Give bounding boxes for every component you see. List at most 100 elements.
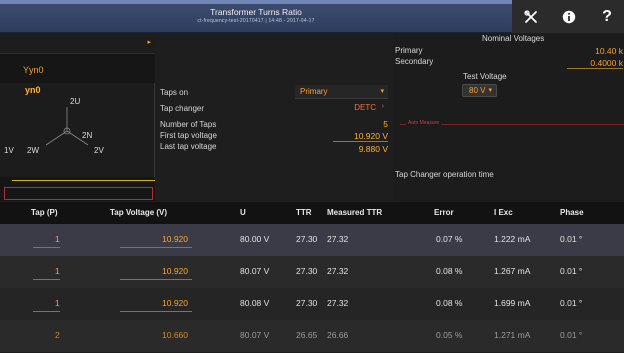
cell-ttr: 27.30: [296, 298, 318, 308]
secondary-label: Secondary: [395, 57, 434, 66]
cell-error: 0.05 %: [436, 330, 463, 340]
primary-voltage-input[interactable]: 10.40 k: [595, 46, 623, 56]
chevron-down-icon: ▾: [380, 88, 384, 95]
cell-i-exc: 1.271 mA: [494, 330, 531, 340]
chevron-right-icon: ›: [381, 103, 384, 110]
cell-phase: 0.01 °: [560, 330, 583, 340]
cell-tap[interactable]: 1: [55, 298, 60, 308]
title-strip: [0, 0, 512, 4]
app-subtitle: ct-frequency-test-20170417 | 14:48 - 201…: [197, 18, 315, 24]
cell-u: 80.07 V: [240, 266, 270, 276]
cell-tap[interactable]: 2: [55, 330, 60, 340]
cell-ttr: 27.30: [296, 234, 318, 244]
col-phase[interactable]: Phase: [560, 208, 584, 217]
taps-on-label: Taps on: [160, 88, 189, 97]
tap-changer-select[interactable]: DETC ›: [341, 101, 388, 115]
auto-measure-note: Auto Measure: [406, 120, 442, 126]
cell-error: 0.07 %: [436, 234, 463, 244]
cell-u: 80.07 V: [240, 330, 270, 340]
cell-ttr: 27.30: [296, 266, 318, 276]
help-button[interactable]: ?: [590, 4, 624, 29]
first-tap-voltage-input[interactable]: 10.920 V: [354, 131, 388, 141]
first-tap-underline: [333, 141, 388, 142]
cell-tap[interactable]: 1: [55, 266, 60, 276]
title-zone: Transformer Turns Ratio ct-frequency-tes…: [0, 0, 512, 33]
top-bar: Transformer Turns Ratio ct-frequency-tes…: [0, 0, 624, 33]
cell-error: 0.08 %: [436, 266, 463, 276]
table-row[interactable]: 1 10.920 80.07 V 27.30 27.32 0.08 % 1.26…: [0, 256, 624, 288]
help-icon: ?: [602, 7, 612, 25]
cell-ttr: 26.65: [296, 330, 318, 340]
col-i-exc[interactable]: I Exc: [494, 208, 513, 217]
taps-on-select[interactable]: Primary ▾: [295, 85, 388, 99]
cell-phase: 0.01 °: [560, 234, 583, 244]
cell-underline: [33, 311, 60, 312]
tap-changer-value: DETC: [354, 103, 376, 112]
terminal-2v: 2V: [94, 146, 104, 155]
number-of-taps-input[interactable]: 5: [383, 119, 388, 129]
secondary-underline: [567, 68, 623, 69]
winding-diagram: yn0 2U 2N 1V 2W 2V: [0, 83, 155, 177]
col-measured-ttr[interactable]: Measured TTR: [327, 208, 382, 217]
taps-on-value: Primary: [300, 87, 328, 96]
vector-group-panel: ▸ Yyn0 yn0 2U 2N 1V 2W 2V: [0, 34, 155, 201]
cell-i-exc: 1.267 mA: [494, 266, 531, 276]
cell-error: 0.08 %: [436, 298, 463, 308]
cell-phase: 0.01 °: [560, 298, 583, 308]
vector-group-value: Yyn0: [23, 65, 44, 75]
col-tap-voltage[interactable]: Tap Voltage (V): [110, 208, 167, 217]
terminal-1v: 1V: [4, 146, 14, 155]
terminal-2n: 2N: [82, 131, 93, 140]
cell-tap[interactable]: 1: [55, 234, 60, 244]
nominal-voltages-panel: Nominal Voltages Primary 10.40 k Seconda…: [393, 34, 624, 201]
nominal-voltages-label: Nominal Voltages: [482, 34, 545, 43]
terminal-2w: 2W: [27, 146, 39, 155]
expand-arrow-icon[interactable]: ▸: [147, 38, 151, 46]
cell-underline: [120, 247, 192, 248]
terminal-2u: 2U: [70, 97, 81, 106]
cell-u: 80.00 V: [240, 234, 270, 244]
cell-tap-voltage[interactable]: 10.920: [162, 266, 188, 276]
cell-i-exc: 1.222 mA: [494, 234, 531, 244]
tap-changer-operation-time-label: Tap Changer operation time: [395, 170, 494, 179]
results-table-header: Tap (P) Tap Voltage (V) U TTR Measured T…: [0, 202, 624, 224]
divider-line: [12, 180, 155, 181]
cell-measured-ttr: 27.32: [327, 298, 349, 308]
test-voltage-select[interactable]: 80 V ▾: [462, 84, 497, 97]
cell-tap-voltage[interactable]: 10.660: [162, 330, 188, 340]
chevron-down-icon: ▾: [488, 87, 492, 94]
test-voltage-label: Test Voltage: [463, 72, 507, 81]
cell-tap-voltage[interactable]: 10.920: [162, 298, 188, 308]
warning-box: [4, 187, 153, 200]
last-tap-voltage-input[interactable]: 9.880 V: [359, 144, 388, 154]
col-ttr[interactable]: TTR: [296, 208, 312, 217]
col-error[interactable]: Error: [434, 208, 454, 217]
cell-measured-ttr: 27.32: [327, 266, 349, 276]
table-row[interactable]: 1 10.920 80.00 V 27.30 27.32 0.07 % 1.22…: [0, 224, 624, 256]
table-row[interactable]: 2 10.660 80.07 V 26.65 26.66 0.05 % 1.27…: [0, 320, 624, 352]
first-tap-voltage-label: First tap voltage: [160, 131, 217, 140]
cell-measured-ttr: 26.66: [327, 330, 349, 340]
cell-underline: [120, 279, 192, 280]
last-tap-voltage-label: Last tap voltage: [160, 142, 217, 151]
cell-i-exc: 1.699 mA: [494, 298, 531, 308]
number-of-taps-label: Number of Taps: [160, 120, 217, 129]
info-button[interactable]: [552, 4, 586, 29]
tap-settings-panel: Taps on Primary ▾ Tap changer DETC › Num…: [157, 34, 392, 201]
test-voltage-value: 80 V: [469, 86, 486, 95]
secondary-voltage-input[interactable]: 0.4000 k: [590, 58, 623, 68]
cell-underline: [33, 279, 60, 280]
primary-label: Primary: [395, 46, 423, 55]
cell-phase: 0.01 °: [560, 266, 583, 276]
info-icon: [562, 10, 576, 23]
cell-tap-voltage[interactable]: 10.920: [162, 234, 188, 244]
col-u[interactable]: U: [240, 208, 246, 217]
cell-underline: [33, 247, 60, 248]
col-tap[interactable]: Tap (P): [31, 208, 58, 217]
tools-icon: [524, 9, 537, 23]
table-row[interactable]: 1 10.920 80.08 V 27.30 27.32 0.08 % 1.69…: [0, 288, 624, 320]
app-title: Transformer Turns Ratio: [210, 7, 302, 17]
cell-measured-ttr: 27.32: [327, 234, 349, 244]
vector-group-header[interactable]: ▸: [0, 34, 155, 54]
tools-button[interactable]: [514, 4, 548, 29]
